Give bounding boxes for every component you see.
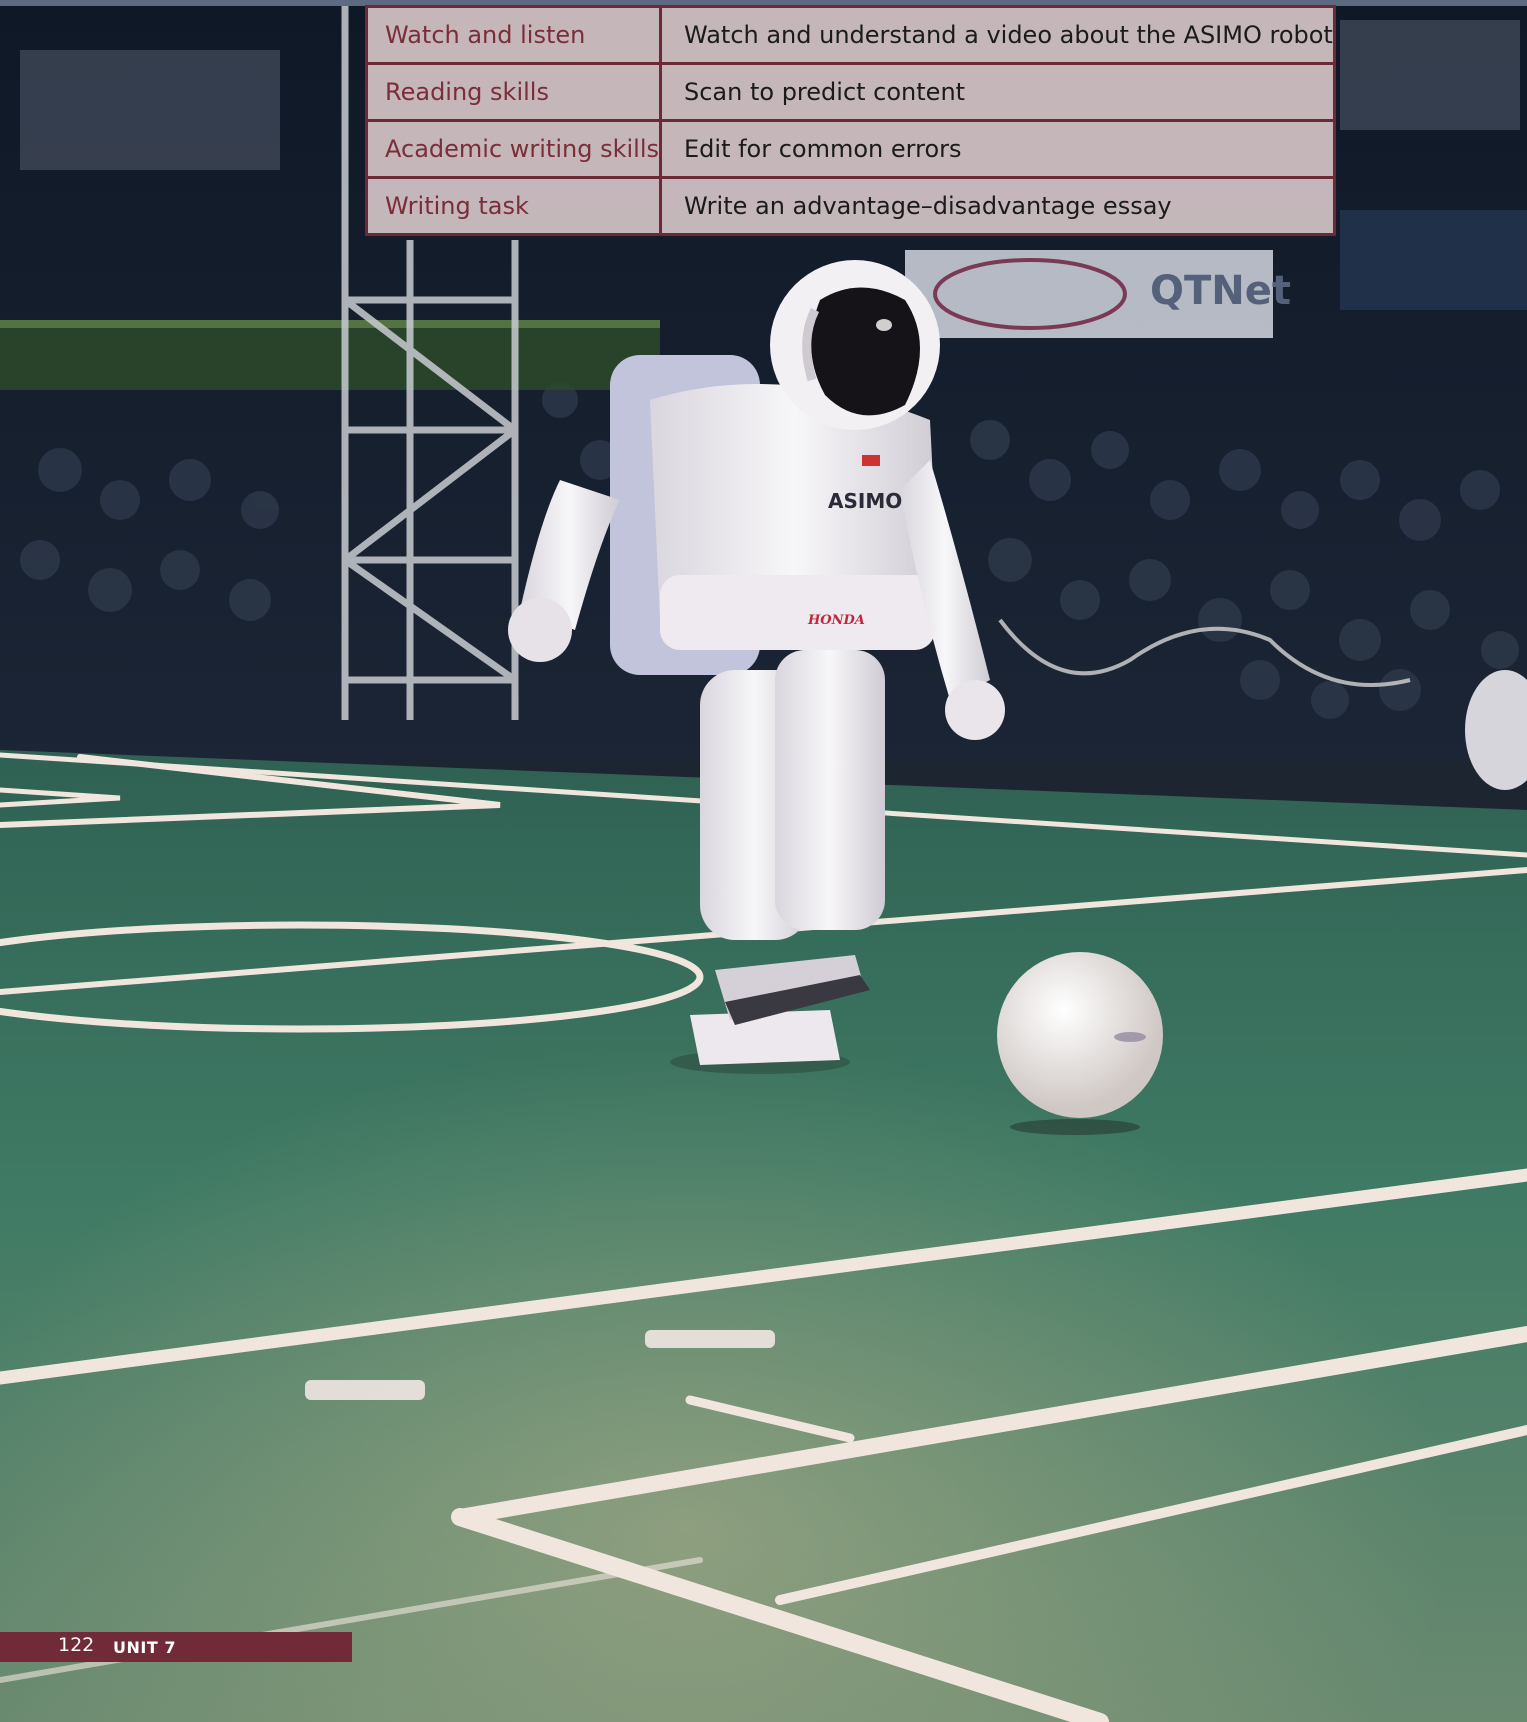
- table-row: Watch and listen Watch and understand a …: [365, 5, 1336, 65]
- skill-description: Scan to predict content: [659, 62, 1336, 122]
- table-row: Writing task Write an advantage–disadvan…: [365, 176, 1336, 236]
- table-row: Academic writing skills Edit for common …: [365, 119, 1336, 179]
- skill-label: Writing task: [365, 176, 662, 236]
- skill-label: Watch and listen: [365, 5, 662, 65]
- sign-text: QTNet: [1150, 268, 1291, 314]
- robot-chest-label: ASIMO: [828, 489, 902, 513]
- asimo-soccer-photo: QTNet ASIMO HONDA: [0, 0, 1527, 1722]
- page-footer: 122 UNIT 7: [0, 1632, 352, 1662]
- skill-description: Watch and understand a video about the A…: [659, 5, 1336, 65]
- skill-label: Reading skills: [365, 62, 662, 122]
- skills-table: Watch and listen Watch and understand a …: [365, 5, 1336, 236]
- skill-label: Academic writing skills: [365, 119, 662, 179]
- skill-description: Edit for common errors: [659, 119, 1336, 179]
- table-row: Reading skills Scan to predict content: [365, 62, 1336, 122]
- page-number: 122: [58, 1634, 95, 1656]
- robot-waist-label: HONDA: [807, 613, 865, 628]
- unit-label: UNIT 7: [113, 1638, 176, 1657]
- skill-description: Write an advantage–disadvantage essay: [659, 176, 1336, 236]
